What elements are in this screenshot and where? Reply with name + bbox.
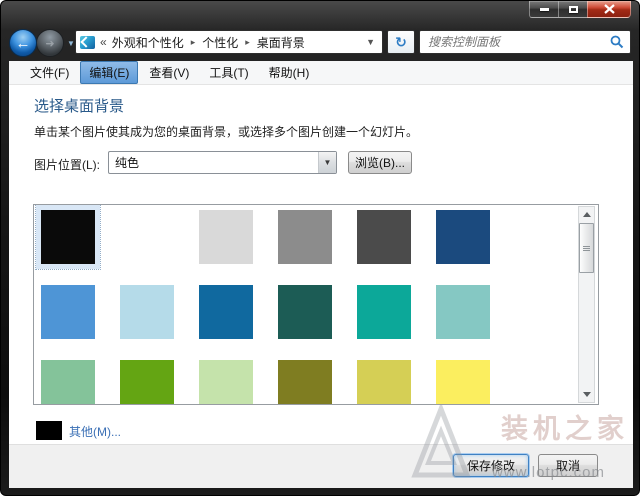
scroll-down-button[interactable] [579,387,594,402]
color-swatch[interactable] [120,285,174,339]
menu-item[interactable]: 查看(V) [140,61,198,84]
minimize-icon [540,8,549,11]
color-swatch[interactable] [357,285,411,339]
color-swatch[interactable] [278,210,332,264]
color-swatch[interactable] [41,360,95,405]
forward-button[interactable]: ➜ [36,29,64,57]
page-description: 单击某个图片使其成为您的桌面背景，或选择多个图片创建一个幻灯片。 [34,123,418,140]
search-box [419,30,631,54]
color-swatch[interactable] [357,360,411,405]
scrollbar[interactable] [578,206,595,403]
color-list-box [33,204,599,405]
menu-bar: 文件(F)编辑(E)查看(V)工具(T)帮助(H) [9,61,633,85]
scrollbar-grip-icon [583,248,590,249]
color-swatch[interactable] [120,210,174,264]
client-area: 文件(F)编辑(E)查看(V)工具(T)帮助(H) 选择桌面背景 单击某个图片使… [9,61,633,488]
picture-position-select[interactable]: 纯色 ▼ [108,151,337,174]
footer-bar: 保存修改 取消 [9,444,633,488]
other-colors-link[interactable]: 其他(M)... [69,423,121,440]
breadcrumb-item[interactable]: 外观和个性化 [112,34,184,51]
color-swatch[interactable] [436,285,490,339]
menu-item[interactable]: 帮助(H) [260,61,319,84]
back-button[interactable]: ← [9,29,37,57]
search-input[interactable] [426,34,610,50]
color-swatch[interactable] [278,360,332,405]
breadcrumb-separator-icon: ▸ [245,37,250,48]
search-icon [610,35,624,49]
menu-item[interactable]: 编辑(E) [80,61,138,84]
address-dropdown-icon[interactable]: ▼ [363,37,378,47]
refresh-icon: ↻ [395,34,407,51]
scroll-up-button[interactable] [579,207,594,222]
breadcrumb-item[interactable]: 个性化 [202,34,238,51]
color-swatch[interactable] [436,360,490,405]
minimize-button[interactable] [529,1,559,18]
breadcrumb-bar[interactable]: « 外观和个性化 ▸ 个性化 ▸ 桌面背景 ▼ [75,30,383,54]
picture-position-label: 图片位置(L): [34,156,100,173]
chevron-down-icon: ▼ [318,152,336,173]
window-controls [529,1,631,18]
color-swatch[interactable] [41,285,95,339]
picture-position-value: 纯色 [109,154,318,171]
maximize-icon [569,6,578,13]
forward-icon: ➜ [45,37,54,50]
color-swatch[interactable] [278,285,332,339]
refresh-button[interactable]: ↻ [387,30,415,54]
other-color-swatch [36,421,62,440]
color-swatch[interactable] [199,210,253,264]
scroll-down-icon [583,392,591,397]
cancel-button[interactable]: 取消 [538,454,598,477]
breadcrumb-items: 外观和个性化 ▸ 个性化 ▸ 桌面背景 [112,34,358,51]
close-icon [604,4,615,14]
breadcrumb-item[interactable]: 桌面背景 [257,34,305,51]
color-swatch[interactable] [120,360,174,405]
menu-item[interactable]: 工具(T) [200,61,257,84]
back-icon: ← [16,35,31,52]
desktop-background-window: ← ➜ ▼ « 外观和个性化 ▸ 个性化 ▸ 桌面背景 ▼ ↻ 文件(F)编辑(E)查看… [0,0,640,496]
color-swatch[interactable] [199,285,253,339]
color-swatch[interactable] [199,360,253,405]
recent-pages-dropdown[interactable]: ▼ [67,39,75,48]
page-title: 选择桌面背景 [34,95,124,116]
navigation-bar: ← ➜ ▼ « 外观和个性化 ▸ 个性化 ▸ 桌面背景 ▼ ↻ [1,27,640,61]
color-swatch[interactable] [41,210,95,264]
breadcrumb-separator-icon: ▸ [191,37,196,48]
personalization-icon [80,36,95,49]
breadcrumb-overflow-chevrons[interactable]: « [100,35,107,49]
color-swatch[interactable] [357,210,411,264]
scrollbar-thumb[interactable] [579,223,594,273]
close-button[interactable] [587,1,631,18]
scroll-up-icon [583,212,591,217]
save-changes-button[interactable]: 保存修改 [453,454,529,477]
menu-item[interactable]: 文件(F) [21,61,78,84]
browse-button[interactable]: 浏览(B)... [348,151,412,174]
color-swatch[interactable] [436,210,490,264]
maximize-button[interactable] [559,1,587,18]
